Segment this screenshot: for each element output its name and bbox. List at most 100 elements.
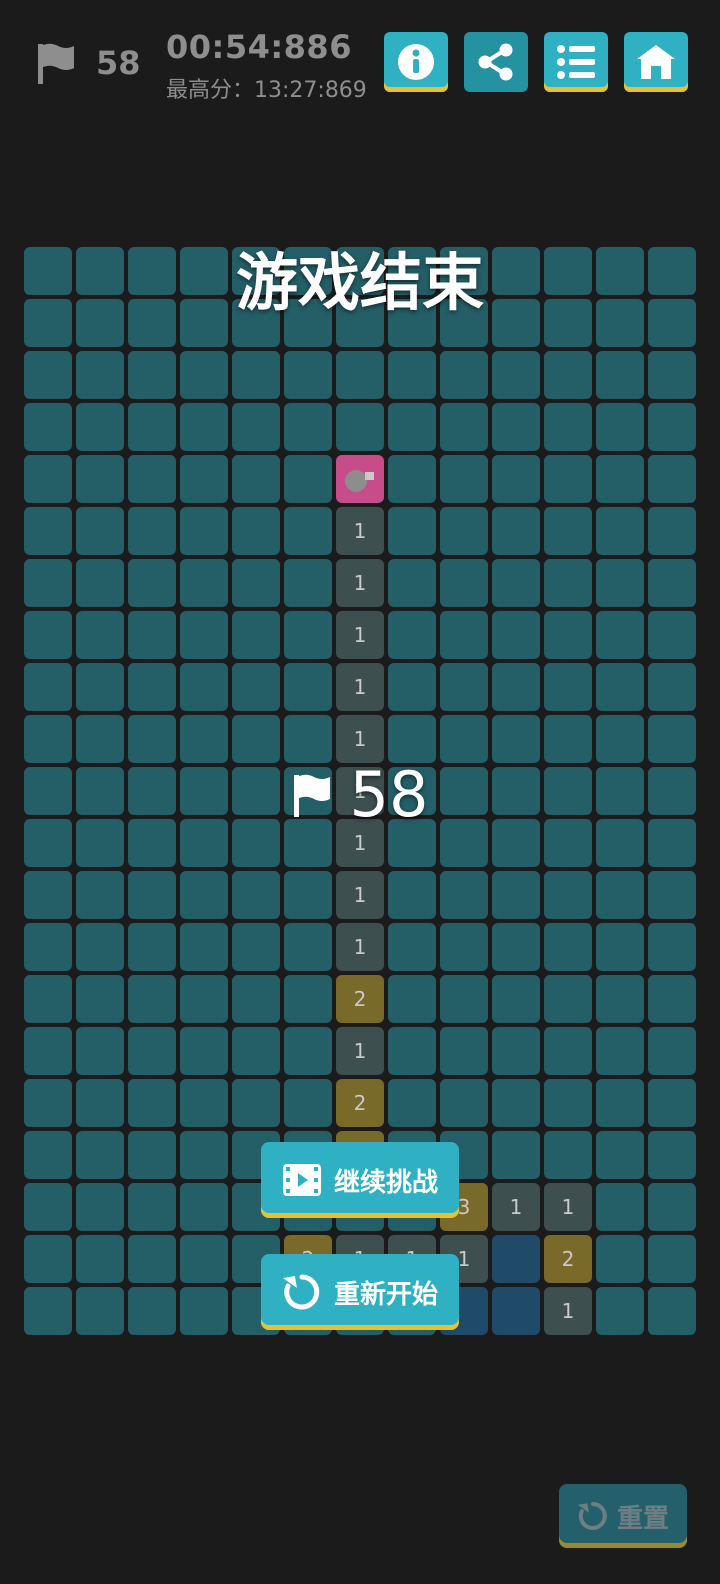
hidden-cell[interactable] — [24, 1027, 72, 1075]
hidden-cell[interactable] — [648, 403, 696, 451]
hidden-cell[interactable] — [284, 663, 332, 711]
hidden-cell[interactable] — [544, 975, 592, 1023]
restart-button[interactable]: 重新开始 — [261, 1254, 459, 1330]
hidden-cell[interactable] — [648, 1235, 696, 1283]
hidden-cell[interactable] — [544, 1079, 592, 1127]
hidden-cell[interactable] — [24, 1183, 72, 1231]
hidden-cell[interactable] — [440, 403, 488, 451]
hidden-cell[interactable] — [128, 1131, 176, 1179]
revealed-number-cell[interactable]: 2 — [336, 1079, 384, 1127]
hidden-cell[interactable] — [180, 351, 228, 399]
hidden-cell[interactable] — [180, 559, 228, 607]
hidden-cell[interactable] — [492, 455, 540, 503]
hidden-cell[interactable] — [180, 1079, 228, 1127]
hidden-cell[interactable] — [128, 663, 176, 711]
hidden-cell[interactable] — [440, 455, 488, 503]
hidden-cell[interactable] — [180, 1235, 228, 1283]
hidden-cell[interactable] — [388, 1027, 436, 1075]
hidden-cell[interactable] — [596, 923, 644, 971]
hidden-cell[interactable] — [180, 1183, 228, 1231]
hidden-cell[interactable] — [232, 351, 280, 399]
hidden-cell[interactable] — [596, 351, 644, 399]
hidden-cell[interactable] — [76, 923, 124, 971]
hidden-cell[interactable] — [388, 611, 436, 659]
hidden-cell[interactable] — [128, 455, 176, 503]
hidden-cell[interactable] — [648, 455, 696, 503]
hidden-cell[interactable] — [544, 663, 592, 711]
hidden-cell[interactable] — [596, 455, 644, 503]
hidden-cell[interactable] — [232, 975, 280, 1023]
hidden-cell[interactable] — [180, 403, 228, 451]
hidden-cell[interactable] — [596, 559, 644, 607]
hidden-cell[interactable] — [596, 1183, 644, 1231]
hidden-cell[interactable] — [24, 1235, 72, 1283]
hidden-cell[interactable] — [544, 403, 592, 451]
hidden-cell[interactable] — [388, 559, 436, 607]
hidden-cell[interactable] — [24, 403, 72, 451]
hidden-cell[interactable] — [76, 1183, 124, 1231]
hidden-cell[interactable] — [232, 507, 280, 555]
hidden-cell[interactable] — [492, 507, 540, 555]
hidden-cell[interactable] — [492, 403, 540, 451]
revealed-number-cell[interactable]: 1 — [336, 559, 384, 607]
hidden-cell[interactable] — [180, 507, 228, 555]
hidden-cell[interactable] — [492, 1131, 540, 1179]
hidden-cell[interactable] — [128, 871, 176, 919]
hidden-cell[interactable] — [76, 1235, 124, 1283]
revealed-empty-cell[interactable] — [492, 1235, 540, 1283]
revealed-number-cell[interactable]: 1 — [544, 1287, 592, 1335]
info-button[interactable] — [384, 32, 448, 92]
hidden-cell[interactable] — [24, 871, 72, 919]
hidden-cell[interactable] — [388, 1079, 436, 1127]
hidden-cell[interactable] — [596, 403, 644, 451]
hidden-cell[interactable] — [544, 559, 592, 607]
hidden-cell[interactable] — [284, 923, 332, 971]
revealed-number-cell[interactable]: 1 — [492, 1183, 540, 1231]
hidden-cell[interactable] — [284, 455, 332, 503]
hidden-cell[interactable] — [180, 1287, 228, 1335]
hidden-cell[interactable] — [180, 1131, 228, 1179]
hidden-cell[interactable] — [440, 975, 488, 1023]
hidden-cell[interactable] — [596, 663, 644, 711]
hidden-cell[interactable] — [232, 403, 280, 451]
hidden-cell[interactable] — [492, 559, 540, 607]
hidden-cell[interactable] — [76, 975, 124, 1023]
hidden-cell[interactable] — [76, 1131, 124, 1179]
revealed-number-cell[interactable]: 1 — [336, 507, 384, 555]
hidden-cell[interactable] — [648, 923, 696, 971]
hidden-cell[interactable] — [24, 559, 72, 607]
hidden-cell[interactable] — [284, 351, 332, 399]
hidden-cell[interactable] — [128, 507, 176, 555]
hidden-cell[interactable] — [544, 611, 592, 659]
hidden-cell[interactable] — [24, 1287, 72, 1335]
hidden-cell[interactable] — [76, 507, 124, 555]
hidden-cell[interactable] — [76, 1079, 124, 1127]
hidden-cell[interactable] — [492, 611, 540, 659]
hidden-cell[interactable] — [596, 507, 644, 555]
hidden-cell[interactable] — [388, 871, 436, 919]
hidden-cell[interactable] — [128, 1235, 176, 1283]
revealed-empty-cell[interactable] — [492, 1287, 540, 1335]
hidden-cell[interactable] — [76, 351, 124, 399]
hidden-cell[interactable] — [232, 455, 280, 503]
hidden-cell[interactable] — [180, 871, 228, 919]
hidden-cell[interactable] — [76, 715, 124, 763]
hidden-cell[interactable] — [544, 871, 592, 919]
hidden-cell[interactable] — [596, 715, 644, 763]
hidden-cell[interactable] — [440, 871, 488, 919]
hidden-cell[interactable] — [180, 663, 228, 711]
continue-challenge-button[interactable]: 继续挑战 — [261, 1142, 459, 1218]
hidden-cell[interactable] — [128, 715, 176, 763]
hidden-cell[interactable] — [128, 559, 176, 607]
hidden-cell[interactable] — [180, 1027, 228, 1075]
hidden-cell[interactable] — [596, 1287, 644, 1335]
hidden-cell[interactable] — [492, 923, 540, 971]
hidden-cell[interactable] — [24, 1079, 72, 1127]
hidden-cell[interactable] — [76, 403, 124, 451]
hidden-cell[interactable] — [232, 715, 280, 763]
hidden-cell[interactable] — [648, 1287, 696, 1335]
hidden-cell[interactable] — [544, 351, 592, 399]
hidden-cell[interactable] — [440, 1027, 488, 1075]
hidden-cell[interactable] — [648, 715, 696, 763]
hidden-cell[interactable] — [24, 455, 72, 503]
